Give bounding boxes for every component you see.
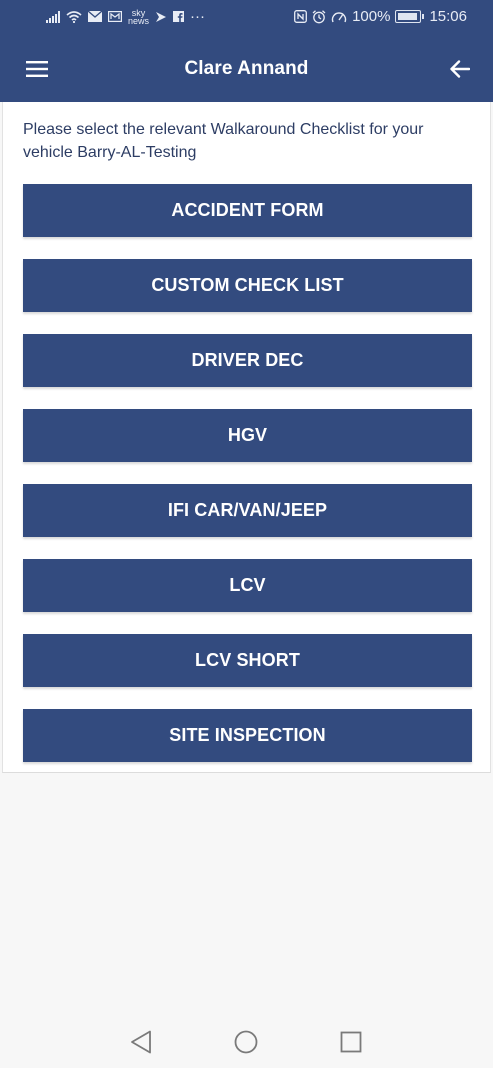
signal-icon (46, 10, 60, 23)
nav-recents-icon (340, 1031, 362, 1053)
checklist-button-site-inspection[interactable]: SITE INSPECTION (23, 709, 472, 762)
checklist-button-custom-check-list[interactable]: CUSTOM CHECK LIST (23, 259, 472, 312)
status-time: 15:06 (429, 8, 467, 25)
page-title: Clare Annand (184, 58, 309, 79)
more-icon: ··· (190, 8, 206, 25)
speed-icon (331, 11, 347, 22)
system-nav-bar (0, 1008, 493, 1068)
sky-news-icon: sky news (128, 8, 150, 26)
facebook-icon (173, 11, 185, 22)
nav-back-button[interactable] (127, 1028, 155, 1056)
status-bar: sky news ··· 100% 15:06 (0, 0, 493, 36)
app-header: sky news ··· 100% 15:06 Clare Annand (0, 0, 493, 102)
checklist-button-hgv[interactable]: HGV (23, 409, 472, 462)
nfc-icon (294, 10, 308, 23)
checklist-button-lcv-short[interactable]: LCV SHORT (23, 634, 472, 687)
mail-icon (88, 11, 102, 22)
checklist-button-lcv[interactable]: LCV (23, 559, 472, 612)
alarm-icon (312, 9, 326, 23)
back-arrow-icon (450, 60, 470, 78)
back-button[interactable] (445, 54, 475, 84)
wifi-icon (66, 10, 82, 23)
checklist-button-ifi-car-van-jeep[interactable]: IFI CAR/VAN/JEEP (23, 484, 472, 537)
checklist-button-driver-dec[interactable]: DRIVER DEC (23, 334, 472, 387)
battery-percent: 100% (352, 8, 391, 25)
checklist-button-accident-form[interactable]: ACCIDENT FORM (23, 184, 472, 237)
notification-icon (156, 11, 167, 22)
nav-home-button[interactable] (232, 1028, 260, 1056)
instruction-text: Please select the relevant Walkaround Ch… (23, 121, 424, 161)
toolbar: Clare Annand (0, 36, 493, 102)
checklist-card: Please select the relevant Walkaround Ch… (2, 102, 491, 773)
nav-back-icon (131, 1030, 151, 1054)
nav-home-icon (234, 1030, 258, 1054)
nav-recents-button[interactable] (337, 1028, 365, 1056)
battery-icon (395, 10, 425, 23)
status-left: sky news ··· (46, 8, 205, 25)
sky-news-line2: news (128, 15, 150, 26)
mail-alt-icon (108, 11, 122, 22)
checklist-list: ACCIDENT FORM CUSTOM CHECK LIST DRIVER D… (23, 184, 472, 784)
status-right: 100% 15:06 (294, 8, 467, 25)
